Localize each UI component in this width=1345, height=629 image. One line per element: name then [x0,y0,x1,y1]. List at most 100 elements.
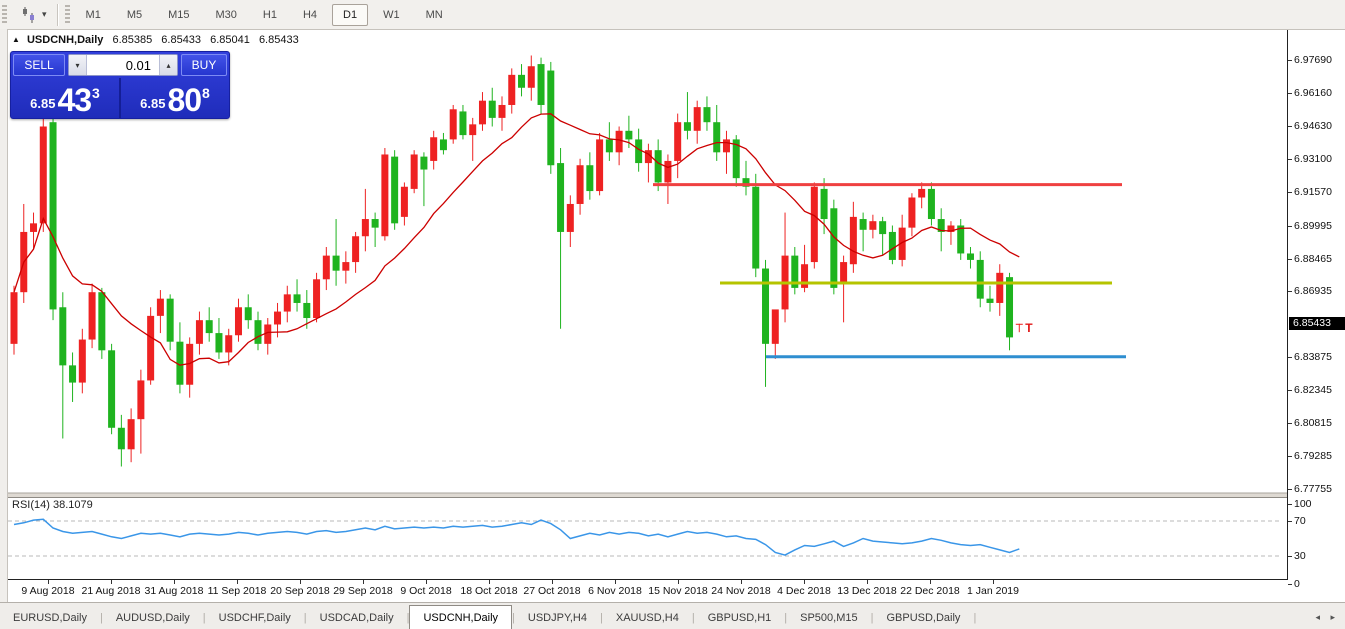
candle-body [928,189,935,219]
date-axis-label: 27 Oct 2018 [523,585,580,597]
price-axis-label: 6.86935 [1294,285,1332,297]
price-axis-label: 6.83875 [1294,351,1332,363]
price-axis-label: 6.79285 [1294,450,1332,462]
candle-body [430,137,437,161]
chart-tab-sp500-m15[interactable]: SP500,M15 [787,607,870,629]
candle-body [606,139,613,152]
timeframe-button-h4[interactable]: H4 [292,4,328,26]
candle-body [674,122,681,161]
toolbar-grip[interactable] [2,5,7,25]
date-axis-tick [300,580,301,584]
candle-body [850,217,857,264]
date-axis-tick [174,580,175,584]
date-axis-tick [804,580,805,584]
timeframe-button-mn[interactable]: MN [415,4,454,26]
ohlc-high: 6.85433 [161,34,201,46]
timeframe-button-m15[interactable]: M15 [157,4,200,26]
candle-body [420,157,427,170]
current-price-tag: 6.85433 [1289,317,1345,330]
volume-value[interactable]: 0.01 [87,55,159,75]
timeframe-button-d1[interactable]: D1 [332,4,368,26]
candle-body [11,292,18,344]
buy-button[interactable]: BUY [181,54,227,76]
chart-tab-audusd-daily[interactable]: AUDUSD,Daily [103,607,203,629]
toolbar-separator [57,4,59,26]
sell-price-prefix: 6.85 [30,96,55,111]
candle-body [167,299,174,342]
buy-price-pips: 80 [167,85,201,115]
collapse-panel-icon[interactable]: ▲ [12,35,20,44]
chart-tab-usdjpy-h4[interactable]: USDJPY,H4 [515,607,600,629]
candle-body [40,126,47,223]
timeframe-toolbar-grip[interactable] [65,5,70,25]
buy-price[interactable]: 6.85 80 8 [121,78,229,118]
date-axis-label: 24 Nov 2018 [711,585,771,597]
sell-price-fraction: 3 [92,85,100,101]
candle-body [440,139,447,150]
candle-body [352,236,359,262]
date-axis-label: 29 Sep 2018 [333,585,393,597]
candle-body [274,312,281,325]
rsi-indicator-label: RSI(14) 38.1079 [12,499,93,511]
chart-type-dropdown-caret-icon[interactable]: ▾ [42,9,47,20]
date-axis-label: 6 Nov 2018 [588,585,642,597]
price-axis[interactable]: 6.976906.961606.946306.931006.915706.899… [1288,30,1345,580]
chart-tab-gbpusd-h1[interactable]: GBPUSD,H1 [695,607,785,629]
candle-body [303,303,310,318]
timeframe-button-m30[interactable]: M30 [205,4,248,26]
candle-body [518,75,525,88]
volume-decrease-button[interactable]: ▾ [69,55,87,75]
price-axis-label: 6.88465 [1294,253,1332,265]
candle-body [401,187,408,217]
candlestick-chart-icon[interactable] [18,5,40,25]
timeframe-button-m5[interactable]: M5 [116,4,153,26]
buy-price-fraction: 8 [202,85,210,101]
date-axis-tick [615,580,616,584]
chart-tab-xauusd-h4[interactable]: XAUUSD,H4 [603,607,692,629]
date-axis-label: 18 Oct 2018 [460,585,517,597]
candle-body [30,223,37,232]
chart-tab-bar: EURUSD,Daily|AUDUSD,Daily|USDCHF,Daily|U… [0,602,1345,629]
date-axis-label: 9 Aug 2018 [21,585,74,597]
sell-price[interactable]: 6.85 43 3 [11,78,121,118]
window-left-frame [0,29,8,602]
candle-body [625,131,632,140]
timeframe-button-h1[interactable]: H1 [252,4,288,26]
volume-increase-button[interactable]: ▴ [159,55,177,75]
date-axis-tick [678,580,679,584]
date-axis-label: 1 Jan 2019 [967,585,1019,597]
candle-body [821,189,828,219]
candle-body [967,253,974,259]
date-axis-tick [930,580,931,584]
date-axis-label: 9 Oct 2018 [400,585,451,597]
candle-body [840,262,847,284]
chart-tab-eurusd-daily[interactable]: EURUSD,Daily [0,607,100,629]
chart-tab-usdcad-daily[interactable]: USDCAD,Daily [307,607,407,629]
candle-body [215,333,222,352]
candle-body [235,307,242,335]
price-axis-label: 6.94630 [1294,120,1332,132]
date-axis[interactable]: 9 Aug 201821 Aug 201831 Aug 201811 Sep 2… [8,580,1288,601]
date-axis-tick [489,580,490,584]
date-axis-label: 22 Dec 2018 [900,585,960,597]
timeframe-buttons: M1M5M15M30H1H4D1W1MN [73,4,456,26]
candle-body [79,340,86,383]
candle-body [313,279,320,318]
candle-body [479,101,486,125]
timeframe-button-w1[interactable]: W1 [372,4,411,26]
date-axis-label: 21 Aug 2018 [82,585,141,597]
price-axis-label: 6.89995 [1294,220,1332,232]
price-axis-label: 6.91570 [1294,186,1332,198]
tab-scroll-arrows[interactable]: ◂ ▸ [1315,612,1339,623]
candle-body [489,101,496,118]
candle-body [752,187,759,269]
sell-button[interactable]: SELL [13,54,65,76]
timeframe-button-m1[interactable]: M1 [75,4,112,26]
candle-body [499,105,506,118]
chart-tab-usdchf-daily[interactable]: USDCHF,Daily [206,607,304,629]
chart-tab-gbpusd-daily[interactable]: GBPUSD,Daily [873,607,973,629]
rsi-axis-label: 100 [1294,498,1312,510]
date-axis-tick [552,580,553,584]
chart-tab-usdcnh-daily[interactable]: USDCNH,Daily [409,605,512,629]
window-splitter [8,493,1288,497]
